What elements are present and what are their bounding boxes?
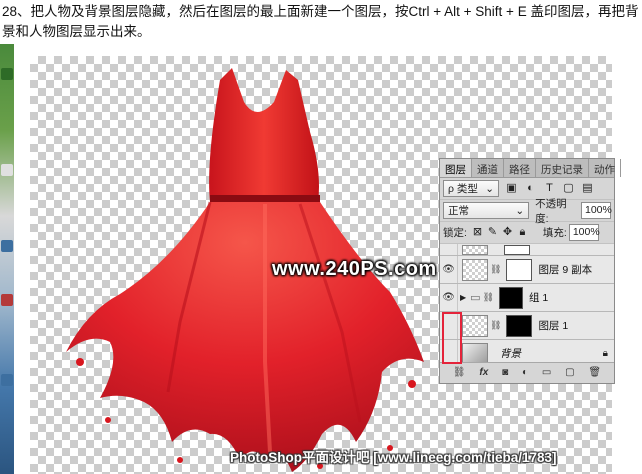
smart-filter-icon[interactable]: ▤ xyxy=(581,182,594,195)
layer-name[interactable]: 图层 1 xyxy=(538,318,568,333)
tab-history[interactable]: 历史记录 xyxy=(536,159,589,177)
folder-icon[interactable]: ▭ xyxy=(542,367,551,378)
layer-thumbnail xyxy=(462,314,488,337)
desktop-icon xyxy=(1,374,13,386)
lock-label: 锁定: xyxy=(443,227,467,239)
filter-row: ρ 类型 ⌄ ▣ ◐ T ▢ ▤ xyxy=(440,178,614,200)
layer-row-background[interactable]: 背景 🔒︎ xyxy=(440,340,614,362)
highlight-box xyxy=(442,312,462,364)
site-watermark: www.240PS.com xyxy=(272,258,437,280)
panel-footer: ⛓︎ fx ◙ ◐ ▭ ▢ 🗑︎ xyxy=(440,362,614,382)
layer-mask-thumbnail xyxy=(506,258,533,281)
link-icon[interactable]: ⛓︎ xyxy=(453,367,466,378)
lock-move-icon[interactable]: ✥ xyxy=(501,226,514,239)
desktop-icon xyxy=(1,68,13,80)
shape-filter-icon[interactable]: ▢ xyxy=(562,182,575,195)
blend-mode-select[interactable]: 正常 ⌄ xyxy=(443,202,530,219)
chevron-down-icon: ⌄ xyxy=(485,182,494,195)
lock-transparent-icon[interactable]: ⊠ xyxy=(471,226,484,239)
group-mask-thumbnail xyxy=(499,286,523,309)
layer-name[interactable]: 背景 xyxy=(500,346,521,361)
layers-list: 👁︎ ⛓︎ 图层 9 副本 👁︎ ▶ ▭ ⛓︎ 组 1 ⛓︎ 图层 1 背景 🔒… xyxy=(440,244,614,362)
new-layer-icon[interactable]: ▢ xyxy=(565,367,574,378)
desktop-icon xyxy=(1,294,13,306)
image-filter-icon[interactable]: ▣ xyxy=(505,182,518,195)
blend-mode-label: 正常 xyxy=(448,205,469,217)
opacity-label: 不透明度: xyxy=(535,197,567,225)
eye-icon[interactable]: 👁︎ xyxy=(440,284,458,311)
layer-thumbnail xyxy=(462,244,488,255)
folder-icon: ▭ xyxy=(470,292,481,304)
mask-icon[interactable]: ◙ xyxy=(502,367,508,378)
layer-name[interactable]: 组 1 xyxy=(529,290,548,305)
tab-channels[interactable]: 通道 xyxy=(472,159,504,177)
instruction-text: 28、把人物及背景图层隐藏，然后在图层的最上面新建一个图层，按Ctrl + Al… xyxy=(2,4,639,39)
layer-row-group1[interactable]: 👁︎ ▶ ▭ ⛓︎ 组 1 xyxy=(440,284,614,312)
lock-brush-icon[interactable]: ✎ xyxy=(486,226,499,239)
filter-type-label: ρ 类型 xyxy=(448,183,478,195)
layer-row-partial[interactable] xyxy=(440,244,614,256)
layer-thumbnail xyxy=(462,342,488,362)
layer-thumbnail xyxy=(462,258,488,281)
visibility-toggle[interactable] xyxy=(440,244,458,255)
layer-mask-thumbnail xyxy=(506,314,533,337)
opacity-input[interactable]: 100% xyxy=(581,202,612,219)
lock-all-icon[interactable]: 🔒︎ xyxy=(516,226,529,239)
desktop-edge xyxy=(0,44,14,474)
panel-tabs: 图层 通道 路径 历史记录 动作 xyxy=(440,159,621,178)
desktop-icon xyxy=(1,164,13,176)
layer-mask-thumbnail xyxy=(504,244,530,255)
type-filter-icon[interactable]: T xyxy=(543,182,556,195)
layer-row-layer1[interactable]: ⛓︎ 图层 1 xyxy=(440,312,614,340)
fill-input[interactable]: 100% xyxy=(568,224,600,241)
credit-watermark: PhotoShop平面设计吧 [www.lineeg.com/tieba/178… xyxy=(230,450,557,465)
fx-icon[interactable]: fx xyxy=(479,367,488,378)
lock-icon: 🔒︎ xyxy=(602,348,608,359)
link-icon: ⛓︎ xyxy=(490,264,502,274)
adjustment-icon[interactable]: ◐ xyxy=(522,367,528,378)
chevron-down-icon: ⌄ xyxy=(515,204,525,217)
trash-icon[interactable]: 🗑︎ xyxy=(588,367,601,378)
lock-row: 锁定: ⊠ ✎ ✥ 🔒︎ 填充: 100% xyxy=(440,222,614,244)
tab-actions[interactable]: 动作 xyxy=(589,159,621,177)
expand-arrow-icon[interactable]: ▶ xyxy=(460,293,466,302)
link-icon: ⛓︎ xyxy=(490,320,502,330)
layer-name[interactable]: 图层 9 副本 xyxy=(538,262,592,277)
tab-paths[interactable]: 路径 xyxy=(504,159,536,177)
filter-type-select[interactable]: ρ 类型 ⌄ xyxy=(443,180,499,197)
blend-row: 正常 ⌄ 不透明度: 100% xyxy=(440,198,614,225)
fill-label: 填充: xyxy=(542,227,567,239)
layers-panel: 图层 通道 路径 历史记录 动作 ρ 类型 ⌄ ▣ ◐ T ▢ ▤ 正常 ⌄ 不… xyxy=(439,158,621,384)
eye-icon[interactable]: 👁︎ xyxy=(440,256,458,283)
desktop-icon xyxy=(1,240,13,252)
tab-layers[interactable]: 图层 xyxy=(440,159,472,177)
adjustment-filter-icon[interactable]: ◐ xyxy=(524,182,537,195)
layer-row-layer9-copy[interactable]: 👁︎ ⛓︎ 图层 9 副本 xyxy=(440,256,614,284)
link-icon: ⛓︎ xyxy=(482,292,494,302)
